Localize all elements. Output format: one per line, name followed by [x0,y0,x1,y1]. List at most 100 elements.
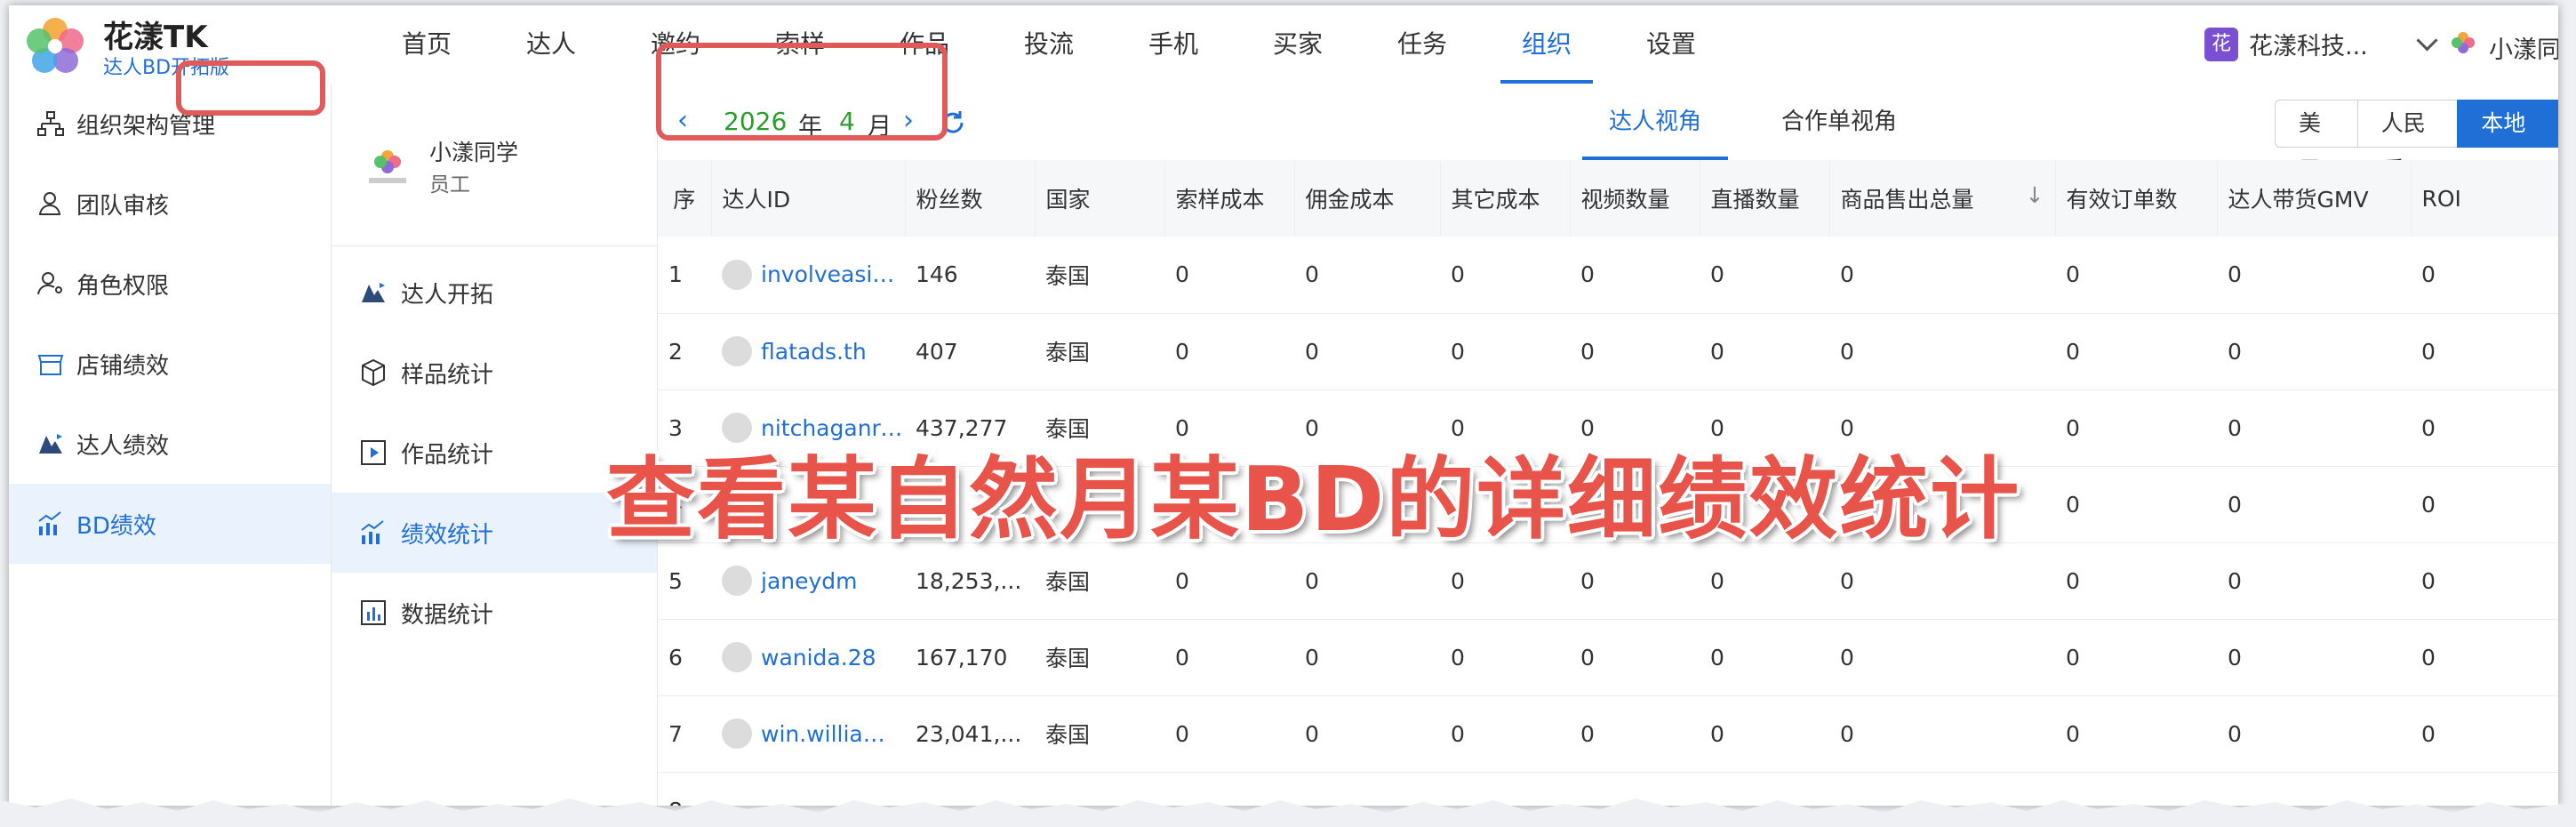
sidebar-item-creator-performance[interactable]: 达人绩效 [9,404,331,484]
roi-cell: 0 [2421,491,2436,518]
creator-id-wrapper: win.william_off... [722,719,905,749]
column-header[interactable]: ROI [2411,160,2558,237]
user-name[interactable]: 小漾同 [2489,30,2558,65]
sidebar-item-creator-outreach[interactable]: 达人开拓 [332,253,657,333]
highlight-box-date [656,43,948,141]
sidebar-item-label: 达人绩效 [76,432,170,460]
creator-link[interactable]: janeydm [761,568,858,594]
nav-home[interactable]: 首页 [364,5,489,84]
table-row[interactable]: 6 wanida.28 167,170 泰国 0 0 0 0 0 0 0 0 0 [658,619,2558,695]
creator-link[interactable]: flatads.th [761,339,867,365]
org-name: 花漾科技... [2249,33,2368,60]
column-header-label: 商品售出总量 [1840,187,1974,213]
column-header[interactable]: 有效订单数 [2055,160,2218,237]
table-cell: 0 [2228,720,2242,747]
table-cell: 0 [1840,644,1854,670]
torn-edge-decoration [0,799,2576,827]
column-header[interactable]: 粉丝数 [905,160,1036,237]
member-name: 小漾同学 [429,140,519,165]
table-cell: 0 [1840,720,1854,747]
table-cell: 泰国 [1045,340,1091,365]
nav-ads[interactable]: 投流 [987,5,1111,84]
sidebar-item-data-stats[interactable]: 数据统计 [332,573,657,653]
table-cell: 0 [1305,644,1319,670]
table-cell: 0 [1840,261,1854,288]
user-avatar-icon[interactable] [2448,28,2478,59]
row-index-cell: 2 [668,338,683,365]
creator-id-cell: wanida.28 [711,619,905,695]
tab-order-view[interactable]: 合作单视角 [1755,84,1924,160]
org-tree-icon [37,111,64,136]
column-header[interactable]: 达人ID [711,160,906,237]
sidebar-item-role-permissions[interactable]: 角色权限 [9,244,331,324]
column-header-sorted[interactable]: 商品售出总量 ↓ [1829,160,2056,237]
table-cell: 146 [916,261,958,288]
table-cell: 0 [2228,491,2242,518]
creator-link[interactable]: involveasia_th [761,261,905,287]
currency-usd-button[interactable]: 美元 [2275,100,2358,182]
table-cell: 0 [1451,720,1465,747]
table-row[interactable]: 7 win.william_off... 23,041,... 泰国 0 0 0 0 0 0 0 0 0 [658,695,2558,772]
box-icon [362,358,385,387]
table-cell: 0 [1175,261,1189,288]
sidebar-item-label: 作品统计 [401,441,494,469]
nav-phone[interactable]: 手机 [1111,5,1236,84]
sidebar-item-label: BD绩效 [76,512,156,540]
column-header[interactable]: 其它成本 [1440,160,1571,237]
table-cell: 0 [1840,338,1854,365]
sidebar-item-bd-performance[interactable]: BD绩效 [9,484,331,564]
org-switcher[interactable]: 花 花漾科技... [2204,27,2438,61]
nav-buyers[interactable]: 买家 [1236,5,1360,84]
table-cell: 407 [916,338,958,365]
sidebar-item-sample-stats[interactable]: 样品统计 [332,333,657,413]
nav-settings[interactable]: 设置 [1609,5,1733,84]
table-cell: 0 [1175,338,1189,365]
nav-tasks[interactable]: 任务 [1360,5,1484,84]
member-card[interactable]: 小漾同学 员工 [332,84,657,246]
column-header[interactable]: 索样成本 [1164,160,1295,237]
column-header[interactable]: 国家 [1035,160,1165,237]
roi-cell: 0 [2421,644,2436,670]
brand-logo-icon [27,18,84,73]
creator-avatar [722,259,752,290]
currency-local-button[interactable]: 本地币 [2457,100,2558,182]
highlight-box-member [176,60,325,116]
table-row[interactable]: 2 flatads.th 407 泰国 0 0 0 0 0 0 0 0 0 [658,313,2558,389]
sidebar-item-team-review[interactable]: 团队审核 [9,164,331,244]
store-icon [37,355,64,375]
nav-organization[interactable]: 组织 [1484,5,1609,84]
tab-creator-view[interactable]: 达人视角 [1582,84,1729,160]
creator-icon [39,434,62,454]
table-cell: 0 [1305,338,1319,365]
sidebar-item-label: 数据统计 [401,601,494,629]
creator-avatar [722,566,752,596]
table-cell: 23,041,... [916,720,1022,747]
main-nav: 首页 达人 邀约 索样 作品 投流 手机 买家 任务 组织 设置 [364,5,1733,84]
creator-id-cell: flatads.th [711,313,905,389]
sidebar-item-store-performance[interactable]: 店铺绩效 [9,324,331,404]
roi-cell: 0 [2421,338,2436,365]
roi-cell: 0 [2421,567,2436,594]
user-check-icon [38,192,61,215]
creator-link[interactable]: win.william_off... [761,721,905,747]
table-cell: 0 [2066,414,2080,441]
column-header[interactable]: 直播数量 [1700,160,1830,237]
column-header[interactable]: 达人带货GMV [2217,160,2412,237]
table-cell: 0 [1580,261,1595,288]
currency-switch: 美元 人民币 本地币 [2275,100,2558,182]
sidebar-item-label: 样品统计 [401,361,494,389]
sidebar-item-label: 达人开拓 [401,281,494,309]
table-row[interactable]: 1 involveasia_th 146 泰国 0 0 0 0 0 0 0 0 0 [658,237,2558,313]
sort-desc-icon[interactable]: ↓ [2026,182,2044,208]
sidebar-item-label: 团队审核 [76,192,170,220]
nav-creators[interactable]: 达人 [489,5,613,84]
currency-cny-button[interactable]: 人民币 [2356,100,2459,182]
column-header[interactable]: 佣金成本 [1294,160,1441,237]
table-cell: 0 [1175,644,1189,670]
creator-link[interactable]: wanida.28 [761,645,876,670]
table-cell: 0 [1580,720,1595,747]
table-cell: 0 [2228,261,2242,288]
row-index-cell: 7 [668,720,683,747]
column-header[interactable]: 视频数量 [1570,160,1700,237]
table-header-row: 序 达人ID 粉丝数 国家 索样成本 佣金成本 其它成本 视频数量 直播数量 商… [658,160,2558,237]
